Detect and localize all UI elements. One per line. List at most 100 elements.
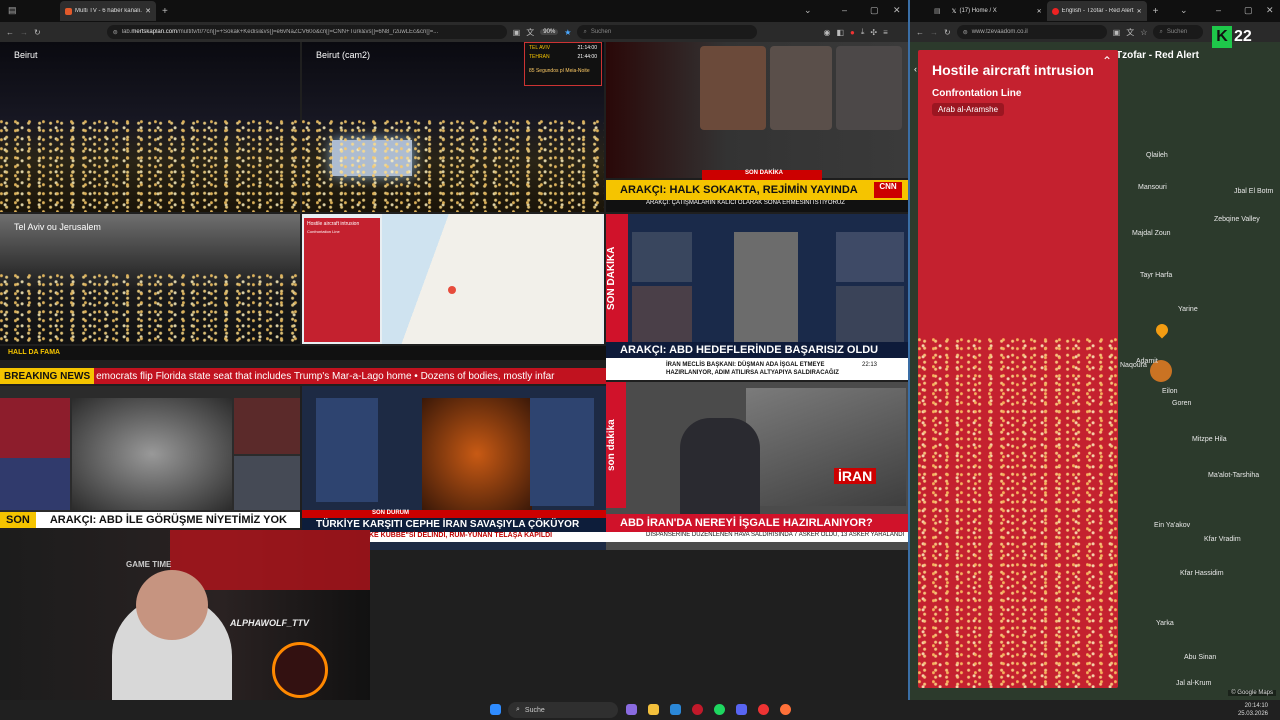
new-tab-button[interactable]: + [162,6,168,17]
close-window-button[interactable]: ✕ [893,5,901,16]
location-pin-icon[interactable] [1153,321,1171,339]
cnn-headline: ARAKÇI: HALK SOKAKTA, REJİMİN YAYINDA [606,180,908,200]
alert-marker [448,286,456,294]
tile-beirut-cam2[interactable]: Beirut (cam2) TEL AVIV 21:14:00 TEHRAN 2… [302,42,604,212]
town-label: Mansouri [1138,184,1167,191]
tab-list-icon[interactable]: ▤ [934,7,941,15]
cnn-ticker: ARAKÇI: ÇATIŞMALARIN KALICI OLARAK SONA … [606,200,908,212]
minimize-button[interactable]: – [842,5,847,15]
extension-icon[interactable]: ◧ [836,28,844,37]
haberturk-headline: ARAKÇI: ABD İLE GÖRÜŞME NİYETİMİZ YOK [49,514,287,526]
forward-icon[interactable]: → [20,28,28,37]
taskbar-search[interactable]: ⌕ Suche [508,702,618,718]
search-placeholder: Suchen [590,29,612,35]
account-icon[interactable]: ◉ [823,28,830,37]
wolf-logo [272,642,328,698]
reload-icon[interactable]: ↻ [34,28,41,37]
tile-label: Beirut [14,50,38,60]
tab-tzofar[interactable]: English - Tzofar - Red Alert ✕ [1046,1,1147,21]
taskbar-clock[interactable]: 20:14:10 25.03.2026 [1238,702,1268,718]
iran-map-label: İRAN [834,468,877,484]
bookmark-star-icon[interactable]: ☆ [1140,28,1147,37]
menu-icon[interactable]: ≡ [883,28,888,37]
puzzle-icon[interactable]: ✣ [870,28,877,37]
search-box[interactable]: ⌕ Suchen [577,25,758,39]
map-credit: © Google Maps [1228,690,1276,696]
tile-tel-aviv[interactable]: Tel Aviv ou Jerusalem [0,214,300,344]
tile-red-alert-map[interactable]: Hostile aircraft intrusion Confrontation… [302,214,604,344]
reload-icon[interactable]: ↻ [944,28,951,37]
multitv-favicon [65,7,72,15]
tile-a-haber[interactable]: son dakika İRAN ABD İRAN'DA NEREYİ İŞGAL… [606,382,908,550]
adblock-icon[interactable]: ● [850,28,855,37]
translate-icon[interactable]: 文 [526,27,534,38]
new-tab-button[interactable]: + [1153,6,1159,17]
haberturk-headline-bar: SON ARAKÇI: ABD İLE GÖRÜŞME NİYETİMİZ YO… [0,512,300,528]
guest-video [836,46,902,130]
street-video [734,232,798,342]
clock-date: 25.03.2026 [1237,711,1268,717]
teams-icon[interactable] [626,704,637,715]
close-tab-icon[interactable]: ✕ [1037,8,1042,15]
spotify-icon[interactable] [714,704,725,715]
close-window-button[interactable]: ✕ [1266,5,1274,16]
close-tab-icon[interactable]: ✕ [145,7,151,15]
site-info-icon[interactable]: ⊜ [963,29,968,36]
cnn-logo: CNN [874,182,902,198]
mini-alert-panel: Hostile aircraft intrusion Confrontation… [304,218,380,342]
app-icon[interactable] [758,704,769,715]
tab-title: English - Tzofar - Red Alert [1061,8,1134,14]
start-icon[interactable] [490,704,501,715]
tile-cnn-turk[interactable]: SON DAKİKA ARAKÇI: HALK SOKAKTA, REJİMİN… [606,42,908,212]
translate-icon[interactable]: 文 [1126,27,1134,38]
tile-haber-global[interactable]: SON DURUM TÜRKİYE KARŞITI CEPHE İRAN SAV… [302,386,606,550]
back-icon[interactable]: ← [6,28,14,37]
reader-icon[interactable]: ▣ [1113,28,1121,37]
search-icon: ⌕ [583,28,587,35]
reader-icon[interactable]: ▣ [513,28,521,37]
minimize-button[interactable]: – [1216,5,1221,15]
town-label: Qlaileh [1146,152,1168,159]
maximize-button[interactable]: ▢ [870,5,879,16]
site-title: Tzofar - Red Alert [1116,50,1199,61]
breaking-badge: SON DAKİKA [702,170,822,180]
download-icon[interactable]: ⤓ [861,27,865,37]
tile-beirut[interactable]: Beirut [0,42,300,212]
firefox-icon[interactable] [780,704,791,715]
site-info-icon[interactable]: ⊜ [113,29,118,36]
address-bar[interactable]: ⊜ www.tzevaadom.co.il [956,25,1107,39]
tab-x-home[interactable]: 𝕏 (17) Home / X ✕ [947,1,1047,21]
son-durum-label: SON DURUM [302,510,606,518]
channel-number: 22 [1234,28,1252,45]
tab-title: Multi TV - 6 haber kanalı... [75,8,143,14]
zoom-level[interactable]: 90% [540,29,559,35]
url-prefix: lab. [121,29,132,35]
tab-dropdown-icon[interactable]: ⌄ [1180,5,1188,16]
forward-icon[interactable]: → [930,28,938,37]
explorer-icon[interactable] [648,704,659,715]
bookmark-star-icon[interactable]: ★ [564,28,571,37]
right-tab-bar: ▤ 𝕏 (17) Home / X ✕ English - Tzofar - R… [910,0,1280,22]
address-bar[interactable]: ⊜ lab.mertskaplan.com/multitv/tr/?cn[]=+… [106,25,507,39]
tile-ntv[interactable]: SON DAKİKA ARAKÇI: ABD HEDEFLERİNDE BAŞA… [606,214,908,380]
search-box[interactable]: ⌕ Suchen [1153,25,1204,39]
panel-handle-icon[interactable]: ‹ [914,64,917,74]
discord-icon[interactable] [736,704,747,715]
close-tab-icon[interactable]: ✕ [1137,8,1142,15]
collapse-chevron-icon[interactable]: ⌃ [1102,54,1112,68]
tab-multitv[interactable]: Multi TV - 6 haber kanalı... ✕ [60,1,156,21]
streamer-tag: ALPHAWOLF_TTV [230,618,309,628]
tile-haberturk[interactable]: SON ARAKÇI: ABD İLE GÖRÜŞME NİYETİMİZ YO… [0,386,300,528]
maximize-button[interactable]: ▢ [1244,5,1253,16]
back-icon[interactable]: ← [916,28,924,37]
tab-list-icon[interactable]: ▤ [8,5,17,16]
tab-dropdown-icon[interactable]: ⌄ [804,5,812,16]
ntv-headline: ARAKÇI: ABD HEDEFLERİNDE BAŞARISIZ OLDU [606,342,908,358]
clock-label: TEHRAN [529,54,550,60]
lit-building [332,140,412,176]
tile-label: Beirut (cam2) [316,50,371,60]
opera-icon[interactable] [692,704,703,715]
game-time-sign: GAME TIME [126,560,172,569]
alert-city-chip[interactable]: Arab al-Aramshe [932,103,1005,116]
store-icon[interactable] [670,704,681,715]
